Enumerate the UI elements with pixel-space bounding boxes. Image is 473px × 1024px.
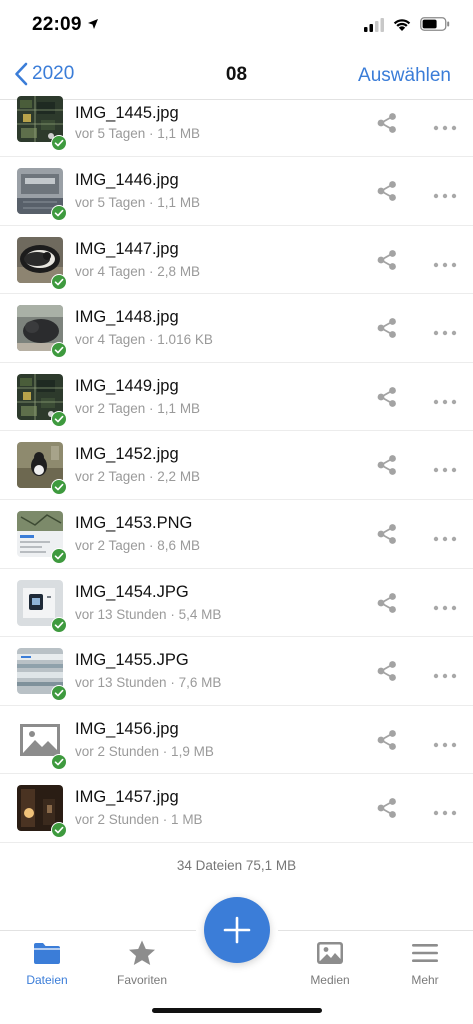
more-options-icon[interactable]: [433, 119, 457, 131]
file-row[interactable]: IMG_1446.jpgvor 5 Tagen · 1,1 MB: [0, 157, 473, 226]
more-options-icon[interactable]: [433, 736, 457, 747]
synced-check-icon: [51, 685, 67, 702]
file-row[interactable]: IMG_1449.jpgvor 2 Tagen · 1,1 MB: [0, 363, 473, 432]
file-row[interactable]: IMG_1452.jpgvor 2 Tagen · 2,2 MB: [0, 431, 473, 500]
file-row[interactable]: IMG_1456.jpgvor 2 Stunden · 1,9 MB: [0, 706, 473, 775]
file-row[interactable]: IMG_1445.jpgvor 5 Tagen · 1,1 MB: [0, 96, 473, 157]
more-options-icon[interactable]: [433, 667, 457, 679]
share-icon[interactable]: [376, 523, 398, 545]
more-options-icon[interactable]: [433, 804, 457, 816]
synced-check-icon: [51, 273, 67, 290]
more-options-icon[interactable]: [433, 256, 457, 267]
add-button[interactable]: [204, 897, 270, 963]
file-name: IMG_1446.jpg: [75, 171, 179, 189]
share-icon[interactable]: [376, 592, 398, 614]
tab-files-label: Dateien: [26, 973, 68, 987]
file-row[interactable]: IMG_1457.jpgvor 2 Stunden · 1 MB: [0, 774, 473, 843]
file-meta: vor 2 Stunden · 1,9 MB: [75, 743, 214, 759]
file-meta: vor 2 Tagen · 1,1 MB: [75, 400, 201, 416]
share-icon[interactable]: [376, 180, 398, 202]
file-name: IMG_1455.JPG: [75, 651, 189, 670]
chevron-left-icon: [15, 62, 28, 86]
file-meta: vor 13 Stunden · 5,4 MB: [75, 606, 222, 622]
more-options-icon[interactable]: [433, 530, 457, 542]
tab-favorites-label: Favoriten: [116, 973, 168, 987]
tab-media[interactable]: Medien: [290, 939, 370, 987]
file-name: IMG_1454.JPG: [75, 582, 189, 601]
file-meta: vor 5 Tagen · 1,1 MB: [75, 195, 201, 210]
file-meta: vor 5 Tagen · 1,1 MB: [75, 126, 201, 141]
file-row[interactable]: IMG_1447.jpgvor 4 Tagen · 2,8 MB: [0, 226, 473, 295]
wifi-icon: [393, 19, 411, 31]
tab-more[interactable]: Mehr: [385, 939, 465, 987]
tab-favorites[interactable]: Favoriten: [102, 939, 182, 987]
tab-more-label: Mehr: [411, 973, 439, 987]
file-name: IMG_1445.jpg: [75, 104, 179, 122]
file-meta: vor 13 Stunden · 7,6 MB: [75, 675, 222, 691]
file-list: IMG_1445.jpg vor 5 Tagen · 1,1 MB IMG_1446…: [0, 96, 473, 843]
file-row[interactable]: IMG_1453.PNGvor 2 Tagen · 8,6 MB: [0, 500, 473, 569]
synced-check-icon: [51, 547, 67, 564]
file-row[interactable]: IMG_1454.JPGvor 13 Stunden · 5,4 MB: [0, 569, 473, 638]
file-name: IMG_1456.jpg: [75, 719, 179, 738]
status-time: 22:09: [32, 14, 82, 35]
synced-check-icon: [51, 479, 67, 496]
file-row[interactable]: IMG_1448.jpgvor 4 Tagen · 1.016 KB: [0, 294, 473, 363]
more-options-icon[interactable]: [433, 461, 457, 473]
synced-check-icon: [51, 753, 67, 770]
file-name: IMG_1452.jpg: [75, 445, 179, 464]
share-icon[interactable]: [376, 729, 398, 751]
share-icon[interactable]: [376, 249, 398, 271]
back-button[interactable]: 2020: [14, 62, 74, 86]
file-name: IMG_1457.jpg: [75, 788, 179, 807]
file-name: IMG_1453.PNG: [75, 513, 193, 532]
file-meta: vor 2 Tagen · 8,6 MB: [75, 537, 201, 553]
file-meta: vor 4 Tagen · 2,8 MB: [75, 263, 201, 279]
share-icon[interactable]: [376, 454, 398, 476]
tab-media-label: Medien: [310, 973, 350, 987]
menu-icon: [412, 944, 438, 962]
share-icon[interactable]: [376, 112, 398, 134]
file-meta: vor 2 Tagen · 2,2 MB: [75, 469, 201, 485]
select-button[interactable]: Auswählen: [358, 65, 451, 87]
home-indicator: [152, 1008, 322, 1013]
folder-summary: 34 Dateien 75,1 MB: [176, 858, 297, 873]
share-icon[interactable]: [376, 660, 398, 682]
file-row[interactable]: IMG_1455.JPGvor 13 Stunden · 7,6 MB: [0, 637, 473, 706]
cellular-signal-icon: [364, 18, 384, 32]
share-icon[interactable]: [376, 386, 398, 408]
status-bar: 22:09: [0, 0, 473, 52]
file-meta: vor 2 Stunden · 1 MB: [75, 812, 203, 828]
more-options-icon[interactable]: [433, 187, 457, 199]
synced-check-icon: [51, 616, 67, 633]
more-options-icon[interactable]: [433, 393, 457, 404]
folder-icon: [34, 943, 60, 964]
synced-check-icon: [51, 135, 67, 151]
more-options-icon[interactable]: [433, 324, 457, 336]
image-icon: [317, 942, 343, 964]
share-icon[interactable]: [376, 317, 398, 339]
synced-check-icon: [51, 410, 67, 427]
synced-check-icon: [51, 205, 67, 221]
more-options-icon[interactable]: [433, 599, 457, 610]
star-icon: [129, 940, 155, 965]
plus-icon: [223, 916, 251, 944]
file-name: IMG_1447.jpg: [75, 239, 179, 258]
navigation-bar: 2020 08 Auswählen: [0, 52, 473, 100]
share-icon[interactable]: [376, 797, 398, 819]
file-name: IMG_1448.jpg: [75, 308, 179, 327]
location-arrow-icon: [88, 19, 98, 29]
back-button-label: 2020: [32, 63, 75, 84]
battery-icon: [420, 17, 450, 31]
file-meta: vor 4 Tagen · 1.016 KB: [75, 332, 213, 348]
tab-files[interactable]: Dateien: [7, 939, 87, 987]
synced-check-icon: [51, 342, 67, 359]
file-name: IMG_1449.jpg: [75, 376, 179, 395]
synced-check-icon: [51, 822, 67, 839]
